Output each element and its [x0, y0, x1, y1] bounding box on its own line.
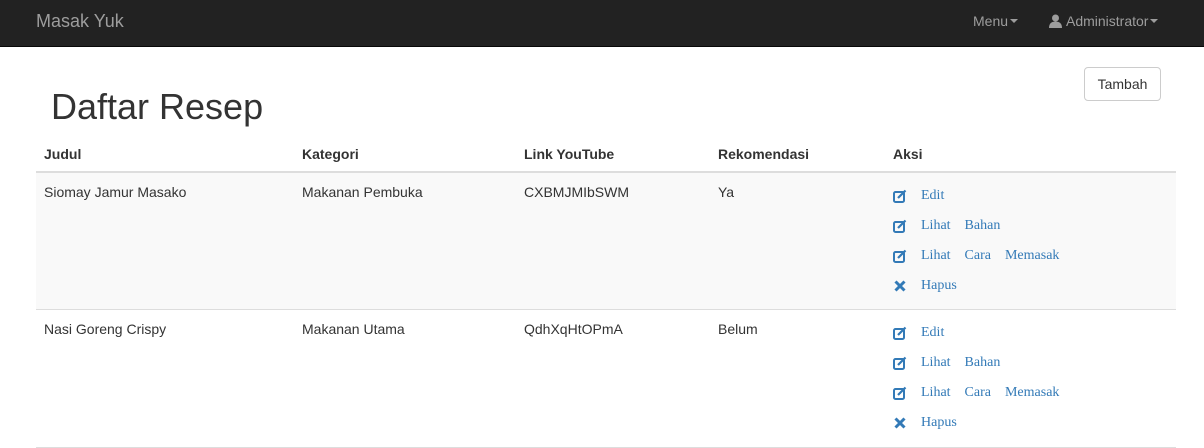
brand-link[interactable]: Masak Yuk	[36, 0, 124, 42]
edit-link[interactable]: Edit	[921, 188, 944, 204]
menu-dropdown-label: Menu	[973, 13, 1009, 29]
edit-icon[interactable]	[893, 189, 907, 203]
view-steps-action: Lihat Cara Memasak	[893, 241, 1073, 271]
view-steps-link-word-2[interactable]: Cara	[965, 248, 991, 264]
delete-link[interactable]: Hapus	[921, 278, 957, 294]
column-header-judul: Judul	[44, 146, 82, 162]
row-actions: Edit Lihat Bahan Lihat Cara Memasak Hapu…	[893, 181, 1073, 301]
view-ingredients-action: Lihat Bahan	[893, 348, 1073, 378]
caret-down-icon	[1010, 19, 1019, 23]
view-steps-link-word-1[interactable]: Lihat	[921, 248, 951, 264]
view-steps-link-word-3[interactable]: Memasak	[1005, 248, 1059, 264]
row-actions: Edit Lihat Bahan Lihat Cara Memasak Hapu…	[893, 318, 1073, 438]
cell-link-youtube: QdhXqHtOPmA	[524, 321, 623, 337]
view-steps-link-word-1[interactable]: Lihat	[921, 385, 951, 401]
edit-icon[interactable]	[893, 249, 907, 263]
menu-dropdown[interactable]: Menu	[973, 0, 1019, 42]
view-steps-link-word-2[interactable]: Cara	[965, 385, 991, 401]
delete-action: Hapus	[893, 271, 1073, 301]
table-row: Nasi Goreng Crispy Makanan Utama QdhXqHt…	[36, 310, 1176, 448]
column-header-kategori: Kategori	[302, 146, 359, 162]
page-title: Daftar Resep	[51, 86, 264, 127]
edit-icon[interactable]	[893, 386, 907, 400]
edit-action: Edit	[893, 318, 1073, 348]
edit-action: Edit	[893, 181, 1073, 211]
view-ingredients-link-word-1[interactable]: Lihat	[921, 355, 951, 371]
delete-action: Hapus	[893, 408, 1073, 438]
cell-rekomendasi: Ya	[718, 184, 735, 200]
cell-judul: Siomay Jamur Masako	[44, 184, 187, 200]
view-ingredients-action: Lihat Bahan	[893, 211, 1073, 241]
table-row: Siomay Jamur Masako Makanan Pembuka CXBM…	[36, 173, 1176, 310]
column-header-rekomendasi: Rekomendasi	[718, 146, 810, 162]
edit-icon[interactable]	[893, 326, 907, 340]
cell-kategori: Makanan Pembuka	[302, 184, 423, 200]
view-steps-action: Lihat Cara Memasak	[893, 378, 1073, 408]
cell-link-youtube: CXBMJMIbSWM	[524, 184, 629, 200]
user-icon	[1049, 14, 1062, 28]
cell-rekomendasi: Belum	[718, 321, 758, 337]
view-ingredients-link-word-2[interactable]: Bahan	[965, 355, 1001, 371]
close-icon[interactable]	[893, 279, 907, 293]
top-navbar: Masak Yuk Menu Administrator	[0, 0, 1204, 47]
view-ingredients-link-word-1[interactable]: Lihat	[921, 218, 951, 234]
close-icon[interactable]	[893, 416, 907, 430]
recipe-table: Judul Kategori Link YouTube Rekomendasi …	[36, 139, 1176, 448]
edit-link[interactable]: Edit	[921, 325, 944, 341]
cell-judul: Nasi Goreng Crispy	[44, 321, 167, 337]
user-dropdown-label: Administrator	[1066, 13, 1149, 29]
column-header-aksi: Aksi	[893, 146, 923, 162]
user-dropdown[interactable]: Administrator	[1049, 0, 1159, 42]
edit-icon[interactable]	[893, 356, 907, 370]
cell-kategori: Makanan Utama	[302, 321, 405, 337]
caret-down-icon	[1150, 19, 1159, 23]
table-header: Judul Kategori Link YouTube Rekomendasi …	[36, 139, 1176, 173]
delete-link[interactable]: Hapus	[921, 415, 957, 431]
add-recipe-button[interactable]: Tambah	[1084, 67, 1161, 101]
edit-icon[interactable]	[893, 219, 907, 233]
view-steps-link-word-3[interactable]: Memasak	[1005, 385, 1059, 401]
column-header-link-youtube: Link YouTube	[524, 146, 615, 162]
view-ingredients-link-word-2[interactable]: Bahan	[965, 218, 1001, 234]
